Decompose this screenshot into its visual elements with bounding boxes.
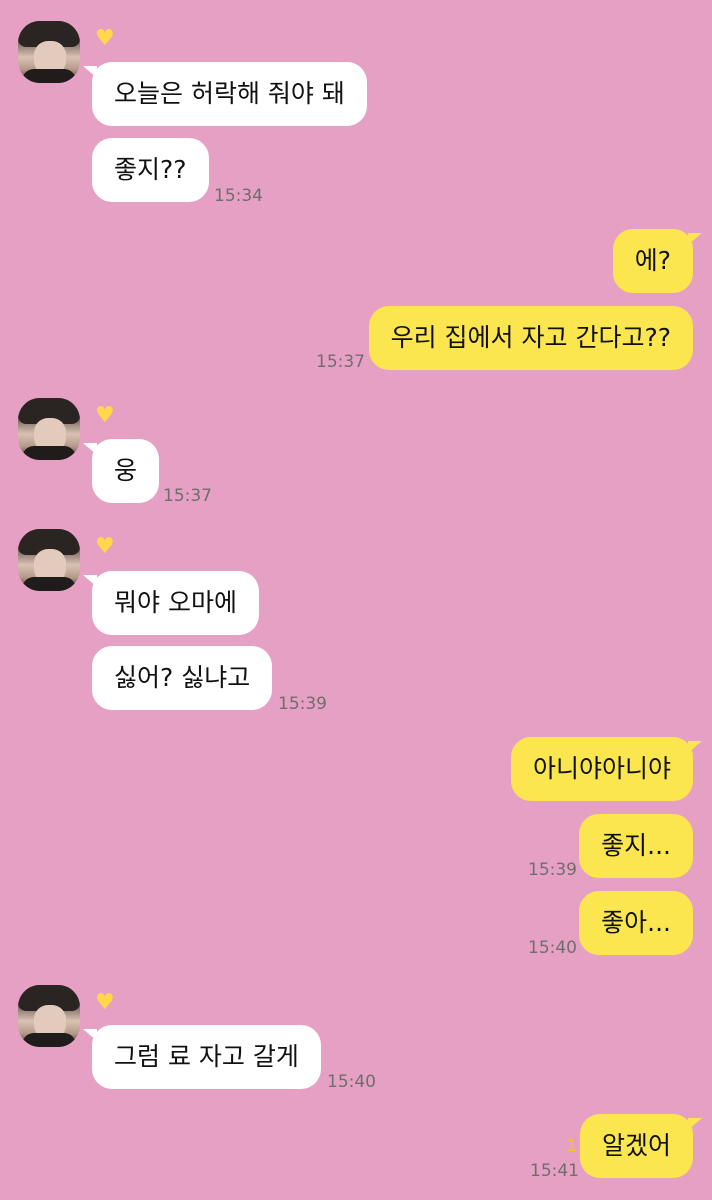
- profile-avatar[interactable]: [18, 529, 80, 591]
- message-timestamp: 15:39: [528, 860, 577, 880]
- heart-icon: ♥: [95, 403, 115, 428]
- outgoing-message[interactable]: 좋지...: [579, 814, 693, 878]
- message-timestamp: 15:40: [528, 938, 577, 958]
- incoming-message[interactable]: 그럼 료 자고 갈게: [83, 1025, 321, 1089]
- heart-icon: ♥: [95, 534, 115, 559]
- heart-icon: ♥: [95, 26, 115, 51]
- incoming-message[interactable]: 오늘은 허락해 줘야 돼: [83, 62, 367, 126]
- message-timestamp: 15:37: [163, 486, 212, 506]
- incoming-message[interactable]: 뭐야 오마에: [83, 571, 259, 635]
- heart-icon: ♥: [95, 990, 115, 1015]
- outgoing-message[interactable]: 아니야아니야: [510, 737, 703, 801]
- message-timestamp: 15:37: [316, 352, 365, 372]
- outgoing-message[interactable]: 에?: [612, 229, 703, 293]
- profile-avatar[interactable]: [18, 21, 80, 83]
- outgoing-message[interactable]: 알겠어: [579, 1114, 703, 1178]
- incoming-message[interactable]: 좋지??: [92, 138, 209, 202]
- incoming-message[interactable]: 싫어? 싫냐고: [92, 646, 273, 710]
- message-timestamp: 15:41: [530, 1161, 579, 1181]
- outgoing-message[interactable]: 우리 집에서 자고 간다고??: [368, 306, 693, 370]
- message-timestamp: 15:40: [327, 1072, 376, 1092]
- incoming-message[interactable]: 웅: [82, 439, 160, 503]
- profile-avatar[interactable]: [18, 398, 80, 460]
- unread-count: 1: [566, 1136, 577, 1156]
- message-timestamp: 15:39: [278, 694, 327, 714]
- message-timestamp: 15:34: [214, 186, 263, 206]
- profile-avatar[interactable]: [18, 985, 80, 1047]
- outgoing-message[interactable]: 좋아...: [579, 891, 693, 955]
